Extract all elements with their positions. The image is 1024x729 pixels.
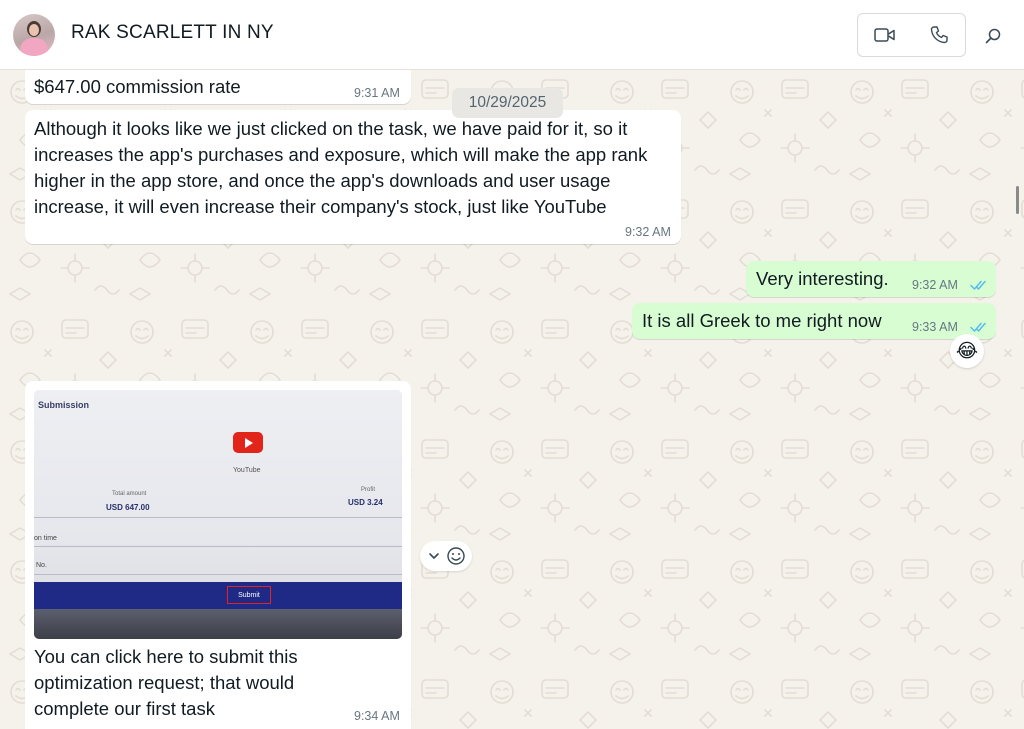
search-button[interactable] bbox=[978, 22, 1008, 50]
message-text: It is all Greek to me right now bbox=[642, 310, 882, 331]
read-receipt-icon bbox=[970, 280, 986, 290]
image-row-label: on time bbox=[34, 535, 57, 542]
contact-name[interactable]: RAK SCARLETT IN NY bbox=[71, 22, 274, 44]
message-time: 9:32 AM bbox=[912, 278, 958, 292]
chat-header: RAK SCARLETT IN NY bbox=[0, 0, 1024, 70]
call-buttons bbox=[857, 13, 966, 57]
chat-scrollbar-thumb[interactable] bbox=[1016, 186, 1019, 214]
message-bubble-incoming[interactable]: Although it looks like we just clicked o… bbox=[25, 110, 681, 244]
image-total-label: Total amount bbox=[112, 491, 147, 497]
chevron-down-icon[interactable] bbox=[428, 551, 440, 561]
image-bottom-shadow bbox=[34, 609, 402, 639]
message-time: 9:31 AM bbox=[354, 86, 400, 100]
message-bubble-outgoing[interactable]: Very interesting. 9:32 AM bbox=[746, 261, 996, 297]
message-text: Although it looks like we just clicked o… bbox=[34, 118, 648, 217]
image-row-label: No. bbox=[36, 562, 47, 569]
emoji-reaction-icon[interactable] bbox=[446, 546, 466, 566]
video-call-icon bbox=[874, 28, 895, 42]
video-call-button[interactable] bbox=[858, 14, 912, 56]
message-image-screenshot[interactable]: Submission YouTube Total amount USD 647.… bbox=[34, 390, 402, 639]
image-app-name: YouTube bbox=[233, 467, 261, 474]
youtube-logo-icon bbox=[233, 432, 263, 453]
message-bubble-outgoing[interactable]: It is all Greek to me right now 9:33 AM bbox=[632, 303, 996, 339]
message-text: You can click here to submit this optimi… bbox=[34, 646, 298, 719]
image-divider bbox=[34, 546, 402, 547]
message-time: 9:34 AM bbox=[354, 709, 400, 723]
image-profit-value: USD 3.24 bbox=[348, 498, 383, 507]
read-receipt-icon bbox=[970, 322, 986, 332]
message-time: 9:33 AM bbox=[912, 320, 958, 334]
message-text: $647.00 commission rate bbox=[34, 76, 241, 97]
message-time: 9:32 AM bbox=[625, 225, 671, 239]
image-divider bbox=[34, 574, 402, 575]
reaction-emoji[interactable]: 😂 bbox=[950, 334, 984, 368]
image-profit-label: Profit bbox=[361, 487, 376, 493]
contact-avatar[interactable] bbox=[13, 14, 55, 56]
image-submission-label: Submission bbox=[38, 400, 90, 410]
search-icon bbox=[985, 28, 1001, 44]
message-text: Very interesting. bbox=[756, 268, 889, 289]
message-hover-controls bbox=[420, 541, 472, 571]
date-separator: 10/29/2025 bbox=[452, 88, 563, 118]
voice-call-icon bbox=[930, 26, 948, 44]
voice-call-button[interactable] bbox=[912, 14, 966, 56]
image-total-value: USD 647.00 bbox=[106, 503, 150, 512]
image-submit-button: Submit bbox=[227, 586, 271, 604]
image-divider bbox=[34, 517, 402, 518]
image-submit-bar: Submit bbox=[34, 582, 402, 609]
